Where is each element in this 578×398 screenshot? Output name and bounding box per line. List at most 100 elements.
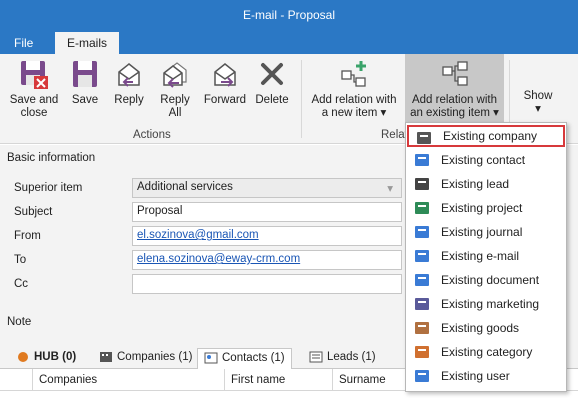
save-icon: [73, 61, 97, 87]
tab-companies-label: Companies (1): [117, 351, 193, 363]
save-and-close-button[interactable]: Save and close: [6, 58, 62, 120]
to-label: To: [14, 254, 27, 266]
save-close-icon: [21, 61, 48, 89]
menu-item-existing-lead[interactable]: Existing lead: [407, 173, 565, 195]
journal-icon: [415, 226, 429, 238]
tab-hub[interactable]: HUB (0): [10, 348, 82, 369]
marketing-icon: [415, 298, 429, 310]
email-icon: [415, 250, 429, 262]
reply-all-button[interactable]: Reply All: [156, 58, 194, 120]
forward-button[interactable]: Forward: [202, 58, 248, 107]
subject-input[interactable]: Proposal: [132, 202, 402, 222]
cc-label: Cc: [14, 278, 29, 290]
actions-group-label: Actions: [133, 129, 171, 141]
show-button[interactable]: Show ▾: [518, 90, 558, 116]
menu-item-existing-e-mail[interactable]: Existing e-mail: [407, 245, 565, 267]
add-relation-new-icon: [341, 61, 366, 87]
menu-item-label: Existing project: [441, 201, 523, 215]
section-title: Basic information: [7, 152, 96, 164]
project-icon: [415, 202, 429, 214]
title-bar: E-mail - Proposal: [0, 0, 578, 32]
ribbon-separator: [301, 60, 302, 138]
save-label: Save: [71, 94, 99, 106]
menu-item-label: Existing user: [441, 369, 510, 383]
tab-file[interactable]: File: [4, 32, 43, 54]
menu-item-label: Existing category: [441, 345, 533, 359]
from-field[interactable]: el.sozinova@gmail.com: [132, 226, 402, 246]
user-icon: [415, 370, 429, 382]
superior-item-label: Superior item: [14, 182, 83, 194]
add-relation-new-label: Add relation with a new item ▾: [311, 94, 397, 119]
add-relation-existing-button[interactable]: Add relation with an existing item ▾: [405, 54, 504, 122]
menu-item-existing-contact[interactable]: Existing contact: [407, 149, 565, 171]
subject-value: Proposal: [137, 205, 183, 217]
contact-icon: [415, 154, 429, 166]
column-header-companies[interactable]: Companies: [32, 369, 224, 391]
menu-item-label: Existing company: [443, 129, 538, 143]
column-header-first-name[interactable]: First name: [224, 369, 332, 391]
superior-item-value: Additional services: [137, 181, 233, 193]
add-relation-existing-icon: [441, 61, 468, 86]
subject-label: Subject: [14, 206, 53, 218]
cc-field[interactable]: [132, 274, 402, 294]
add-relation-existing-label: Add relation with an existing item ▾: [410, 94, 499, 119]
reply-button[interactable]: Reply: [112, 58, 146, 107]
reply-label: Reply: [114, 94, 144, 106]
to-email-link[interactable]: elena.sozinova@eway-crm.com: [137, 253, 300, 265]
superior-item-select[interactable]: Additional services ▾: [132, 178, 402, 198]
tab-leads-label: Leads (1): [327, 351, 376, 363]
delete-button[interactable]: Delete: [254, 58, 290, 107]
add-relation-existing-menu: Existing company Existing contact Existing…: [405, 122, 567, 392]
from-email-link[interactable]: el.sozinova@gmail.com: [137, 229, 259, 241]
menu-item-label: Existing e-mail: [441, 249, 520, 263]
chevron-down-icon: ▾: [387, 183, 393, 195]
tab-companies[interactable]: Companies (1): [93, 348, 198, 369]
menu-item-label: Existing goods: [441, 321, 520, 335]
menu-item-label: Existing journal: [441, 225, 523, 239]
from-label: From: [14, 230, 41, 242]
lead-icon: [415, 178, 429, 190]
reply-all-label: Reply All: [160, 94, 190, 119]
to-field[interactable]: elena.sozinova@eway-crm.com: [132, 250, 402, 270]
tab-contacts-label: Contacts (1): [222, 352, 285, 364]
note-label: Note: [7, 316, 32, 328]
reply-icon: [118, 63, 140, 87]
hub-icon: [18, 351, 28, 362]
relations-group-label: Relat: [381, 129, 408, 141]
tab-contacts[interactable]: Contacts (1): [197, 348, 292, 369]
menu-item-label: Existing marketing: [441, 297, 540, 311]
contacts-icon: [204, 352, 218, 364]
menu-item-existing-category[interactable]: Existing category: [407, 341, 565, 363]
menu-item-existing-journal[interactable]: Existing journal: [407, 221, 565, 243]
menu-item-label: Existing document: [441, 273, 540, 287]
add-relation-new-button[interactable]: Add relation with a new item ▾: [308, 58, 400, 120]
forward-label: Forward: [203, 94, 247, 106]
tab-emails[interactable]: E-mails: [55, 32, 120, 54]
menu-item-existing-goods[interactable]: Existing goods: [407, 317, 565, 339]
companies-icon: [100, 351, 112, 362]
menu-item-existing-marketing[interactable]: Existing marketing: [407, 293, 565, 315]
menu-item-existing-project[interactable]: Existing project: [407, 197, 565, 219]
tab-hub-label: HUB (0): [34, 351, 77, 363]
menu-item-existing-document[interactable]: Existing document: [407, 269, 565, 291]
window-title: E-mail - Proposal: [242, 8, 336, 22]
reply-all-icon: [163, 62, 187, 88]
document-icon: [415, 274, 429, 286]
menu-item-existing-company[interactable]: Existing company: [407, 125, 565, 147]
menu-item-label: Existing contact: [441, 153, 526, 167]
category-icon: [415, 346, 429, 358]
leads-icon: [309, 351, 323, 363]
save-and-close-label: Save and close: [9, 94, 59, 119]
tab-leads[interactable]: Leads (1): [303, 348, 382, 369]
delete-icon: [261, 63, 283, 85]
show-label: Show ▾: [523, 90, 553, 115]
company-icon: [417, 132, 431, 144]
goods-icon: [415, 322, 429, 334]
row-select-column[interactable]: [0, 369, 32, 391]
column-header-surname[interactable]: Surname: [332, 369, 406, 391]
forward-icon: [214, 63, 236, 87]
delete-label: Delete: [255, 94, 289, 106]
menu-item-label: Existing lead: [441, 177, 510, 191]
save-button[interactable]: Save: [68, 58, 102, 107]
menu-item-existing-user[interactable]: Existing user: [407, 365, 565, 387]
